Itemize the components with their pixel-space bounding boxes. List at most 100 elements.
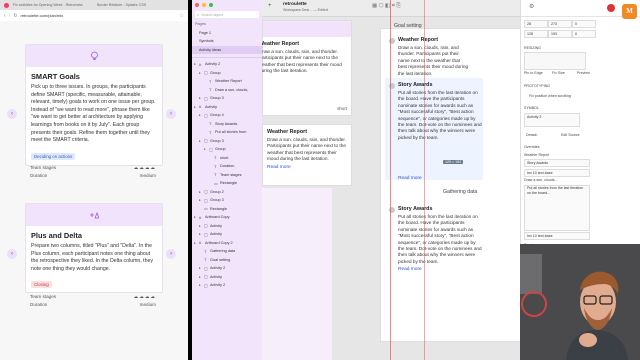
close-dot-icon[interactable] <box>4 2 9 8</box>
resize-widget[interactable] <box>524 52 586 70</box>
settings-icon[interactable]: ⚙ <box>529 3 534 10</box>
page-item[interactable]: Page 1 <box>192 29 262 38</box>
add-icon[interactable]: + <box>268 3 272 9</box>
layer-row[interactable]: ▭ Rectangle <box>192 205 262 214</box>
symbol-select[interactable]: Activity 2 <box>524 113 580 127</box>
back-arrow-icon[interactable]: ‹ <box>4 13 6 19</box>
layer-row[interactable]: T Duration <box>192 162 262 171</box>
layer-label: Goal setting <box>210 257 231 262</box>
layer-row[interactable]: ▸ ▢ Group 3 <box>192 137 262 146</box>
layer-search[interactable]: ⌕ Search layers <box>195 11 259 18</box>
layer-row[interactable]: T Goal setting <box>192 256 262 265</box>
artboard-left[interactable]: Weather Report Draw a sun, clouds, rain,… <box>262 20 352 116</box>
position-field[interactable]: 0 <box>572 30 596 38</box>
artboard-main[interactable]: Goal setting Weather Report Draw a sun, … <box>380 23 520 342</box>
zoom-window-icon[interactable] <box>209 2 213 7</box>
edit-source-button[interactable]: Edit Source <box>561 133 580 137</box>
layer-row[interactable]: ▸ ▢ Activity <box>192 222 262 231</box>
search-input[interactable]: Search layers <box>201 13 223 17</box>
layer-row[interactable]: ▸ ▢ Activity 2 <box>192 264 262 273</box>
artboard-left-fill <box>262 188 332 360</box>
layer-row[interactable]: ▸ ▢ Group 4 <box>192 111 262 120</box>
card-body: Pick up to three issues. In groups, the … <box>31 84 156 144</box>
minimize-window-icon[interactable] <box>202 2 206 7</box>
override-text-style-2[interactable]: Inx 10 text-base <box>524 232 590 240</box>
size-badge: 129 × 193 <box>443 160 464 164</box>
browser-tab-1[interactable]: Fix activities for Opening Week - Retrom… <box>13 3 93 7</box>
story-activity-2[interactable]: Story Awards Put all stories from the la… <box>389 204 483 284</box>
phase-badge[interactable]: Closing <box>31 281 52 289</box>
layer-row[interactable]: ▸ ▢ Activity 2 <box>192 281 262 290</box>
layer-row[interactable]: ▭ Rectangle <box>192 179 262 188</box>
duration-short-label: short <box>337 106 347 111</box>
layer-row[interactable]: T Weather Report <box>192 77 262 86</box>
avatar[interactable] <box>607 4 615 12</box>
override-text-style[interactable]: Inx 10 text-base <box>524 169 590 177</box>
position-field[interactable]: 273 <box>548 20 572 28</box>
fix-position-label[interactable]: Fix position when scrolling <box>529 94 571 98</box>
layer-row[interactable]: ▸ # Artboard Copy 2 <box>192 239 262 248</box>
layers-panel: ⌕ Search layers Pages Page 1 Symbols Activ… <box>192 0 262 360</box>
resize-opt-preview[interactable]: Preview <box>577 71 590 75</box>
override-story-body[interactable]: Put all stories from the last iteration … <box>524 185 590 231</box>
symbol-tool-icon[interactable]: ▦ ⬡ ◧ ⌗ ⎘ <box>372 3 401 10</box>
browser-window: Fix activities for Opening Week - Retrom… <box>0 0 188 360</box>
layer-row[interactable]: ▸ # Activity <box>192 103 262 112</box>
layer-label: Story Awards <box>215 121 238 126</box>
weather-text-clipped: Weather Report Draw a sun, clouds, rain,… <box>262 41 345 75</box>
position-field[interactable]: 0 <box>572 20 596 28</box>
detach-button[interactable]: Detach <box>526 133 537 137</box>
weather-text: Weather Report Draw a sun, clouds, rain,… <box>267 129 347 170</box>
layer-row[interactable]: ▸ # Artboard Copy <box>192 213 262 222</box>
chevron-right-icon[interactable]: › <box>166 109 176 119</box>
layer-label: Put all stories from <box>215 130 247 135</box>
layer-row[interactable]: ▸ ▢ Group 3 <box>192 196 262 205</box>
url-field[interactable]: retroulette.com/plan/mix <box>21 13 177 18</box>
resize-opt-pin[interactable]: Pin to Edge <box>524 71 543 75</box>
chevron-left-icon[interactable]: ‹ <box>7 249 17 259</box>
weather-body: Draw a sun, clouds, rain, and thunder. P… <box>267 137 346 162</box>
resize-opt-fix[interactable]: Fix Size <box>552 71 565 75</box>
card-body: Prepare two columns, titled "Plus" and "… <box>31 243 153 272</box>
read-more-link[interactable]: Read more <box>267 165 347 170</box>
phase-badge[interactable]: Deciding on actions <box>31 152 76 160</box>
browser-tab-2[interactable]: Border Retainer - Splashr CSS <box>97 3 167 7</box>
read-more-link[interactable]: Read more <box>398 267 482 272</box>
reload-icon[interactable]: ↻ <box>13 13 17 19</box>
star-icon[interactable]: ☆ <box>180 13 184 19</box>
layer-row[interactable]: ▸ ▢ Group <box>192 145 262 154</box>
layer-row[interactable]: T Put all stories from <box>192 128 262 137</box>
chevron-left-icon[interactable]: ‹ <box>7 109 17 119</box>
layer-row[interactable]: ▸ # Activity 2 <box>192 60 262 69</box>
page-item[interactable]: Symbols <box>192 37 262 46</box>
layer-row[interactable]: ▸ ▢ Activity <box>192 230 262 239</box>
position-field[interactable]: 128 <box>524 30 548 38</box>
layer-row[interactable]: T Team stages <box>192 171 262 180</box>
layer-row[interactable]: ▸ ▢ Group 2 <box>192 188 262 197</box>
card-duration-row: Duration medium <box>30 302 156 307</box>
layer-label: Group 3 <box>210 138 224 143</box>
layer-row[interactable]: Tshort <box>192 154 262 163</box>
story-activity[interactable]: Story Awards Put all stories from the la… <box>385 78 483 180</box>
layer-row[interactable]: ▸ ▢ Group 3 <box>192 94 262 103</box>
duration-value: medium <box>139 302 156 307</box>
layer-row[interactable]: ▸ ▢ Activity <box>192 273 262 282</box>
card-stage-row: Team stages ☁☁☁☁ <box>30 294 156 300</box>
artboard-left-2[interactable]: Weather Report Draw a sun, clouds, rain,… <box>262 124 352 186</box>
layer-row[interactable]: T Gathering data <box>192 247 262 256</box>
weather-body: Draw a sun, clouds, rain, and thunder. P… <box>262 49 342 74</box>
forward-arrow-icon[interactable]: › <box>9 13 11 19</box>
layer-row[interactable]: T Draw a sun, clouds, <box>192 86 262 95</box>
layer-row[interactable]: ▸ ▢ Group <box>192 69 262 78</box>
layer-row[interactable]: T Story Awards <box>192 120 262 129</box>
weather-title: Weather Report <box>267 129 308 135</box>
canvas[interactable]: + retroulette Workspace Desi... — Edited… <box>262 0 520 360</box>
chevron-right-icon[interactable]: › <box>166 249 176 259</box>
page-item[interactable]: Activity ideas <box>192 45 262 54</box>
position-field[interactable]: 28 <box>524 20 548 28</box>
position-field[interactable]: 193 <box>548 30 572 38</box>
lightbulb-icon <box>90 51 98 60</box>
close-window-icon[interactable] <box>195 2 199 7</box>
override-story-field[interactable]: Story Awards <box>524 159 590 167</box>
read-more-link[interactable]: Read more <box>398 176 422 181</box>
